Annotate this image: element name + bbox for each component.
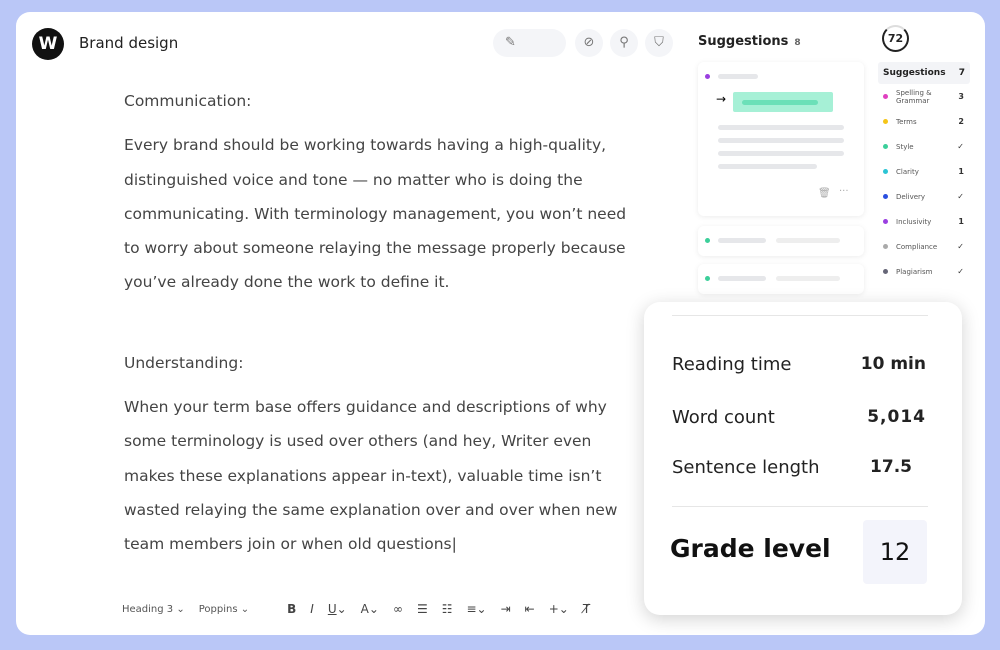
category-header: Suggestions 7 xyxy=(878,62,970,84)
document-editor[interactable]: Communication: Every brand should be wor… xyxy=(124,84,629,572)
document-title[interactable]: Brand design xyxy=(79,34,178,52)
replacement-chip[interactable] xyxy=(733,92,833,112)
paragraph: When your term base offers guidance and … xyxy=(124,398,618,554)
magic-wand-button[interactable]: ✎ xyxy=(493,29,566,57)
underline-icon[interactable]: U⌄ xyxy=(328,602,347,616)
grade-level-value: 12 xyxy=(863,520,927,584)
category-value: 1 xyxy=(958,217,964,226)
suggestion-card[interactable] xyxy=(698,264,864,294)
category-dot xyxy=(883,244,888,249)
italic-icon[interactable]: I xyxy=(310,602,314,616)
category-dot xyxy=(883,219,888,224)
suggestion-card[interactable]: → 🗑 ··· xyxy=(698,62,864,216)
category-count: 7 xyxy=(958,68,965,78)
style-value: Heading 3 xyxy=(122,603,174,615)
category-value: ✓ xyxy=(957,192,964,201)
insert-icon[interactable]: +⌄ xyxy=(549,602,569,616)
pin-button[interactable]: ⚲ xyxy=(610,29,638,57)
suggestions-header: Suggestions 8 xyxy=(698,34,801,49)
heading-understanding: Understanding: xyxy=(124,353,244,372)
text-color-icon[interactable]: A⌄ xyxy=(361,602,379,616)
paragraph: Every brand should be working towards ha… xyxy=(124,136,627,292)
bullet-list-icon[interactable]: ☰ xyxy=(417,602,428,616)
outdent-icon[interactable]: ⇤ xyxy=(525,602,535,616)
word-count-label: Word count xyxy=(672,407,775,428)
category-value: 3 xyxy=(958,92,964,101)
format-toolbar: Heading 3 ⌄ Poppins ⌄ B I U⌄ A⌄ ∞ ☰ ☷ ≡⌄… xyxy=(122,602,590,616)
clear-format-icon[interactable]: T̸ xyxy=(583,602,590,616)
numbered-list-icon[interactable]: ☷ xyxy=(442,602,453,616)
suggestions-count: 8 xyxy=(794,38,801,48)
score-ring: 72 xyxy=(882,25,909,52)
reading-time-label: Reading time xyxy=(672,354,792,375)
category-dot xyxy=(883,194,888,199)
category-item[interactable]: Style ✓ xyxy=(878,134,970,159)
category-item[interactable]: Delivery ✓ xyxy=(878,184,970,209)
link-icon: ⊘ xyxy=(583,35,595,50)
category-value: 2 xyxy=(958,117,964,126)
category-item[interactable]: Terms 2 xyxy=(878,109,970,134)
category-item[interactable]: Clarity 1 xyxy=(878,159,970,184)
grade-level-label: Grade level xyxy=(670,534,831,563)
link-button[interactable]: ⊘ xyxy=(575,29,603,57)
sentence-length-value: 17.5 xyxy=(870,457,912,477)
category-label: Plagiarism xyxy=(896,267,933,276)
category-dot xyxy=(883,269,888,274)
category-dot xyxy=(883,169,888,174)
bold-icon[interactable]: B xyxy=(287,602,296,616)
align-icon[interactable]: ≡⌄ xyxy=(466,602,486,616)
font-value: Poppins xyxy=(198,603,238,615)
category-item[interactable]: Spelling & Grammar 3 xyxy=(878,84,970,109)
category-label: Spelling & Grammar xyxy=(896,88,932,105)
style-dropdown[interactable]: Heading 3 ⌄ xyxy=(122,604,185,615)
suggestion-card[interactable] xyxy=(698,226,864,256)
category-dot xyxy=(883,94,888,99)
category-value: ✓ xyxy=(957,267,964,276)
category-label: Inclusivity xyxy=(896,217,932,226)
word-count-value: 5,014 xyxy=(867,407,926,427)
category-label: Compliance xyxy=(896,242,938,251)
category-dot xyxy=(705,74,710,79)
reading-time-value: 10 min xyxy=(860,354,926,374)
stats-card: Reading time 10 min Word count 5,014 Sente… xyxy=(644,302,962,615)
category-value: ✓ xyxy=(957,142,964,151)
heading-communication: Communication: xyxy=(124,92,252,110)
category-value: ✓ xyxy=(957,242,964,251)
magic-wand-icon: ✎ xyxy=(505,35,516,50)
category-item[interactable]: Plagiarism ✓ xyxy=(878,259,970,284)
writer-logo: W xyxy=(32,28,64,60)
pin-icon: ⚲ xyxy=(619,35,629,50)
category-label: Terms xyxy=(896,117,917,126)
arrow-icon: → xyxy=(716,92,727,106)
category-list: Suggestions 7 Spelling & Grammar 3 Terms 2 St… xyxy=(878,62,970,284)
category-label: Clarity xyxy=(896,167,919,176)
category-item[interactable]: Compliance ✓ xyxy=(878,234,970,259)
font-dropdown[interactable]: Poppins ⌄ xyxy=(199,604,249,615)
shield-button[interactable]: ⛉ xyxy=(645,29,673,57)
category-item[interactable]: Inclusivity 1 xyxy=(878,209,970,234)
category-label: Delivery xyxy=(896,192,926,201)
category-label: Style xyxy=(896,142,914,151)
category-title: Suggestions xyxy=(883,68,946,78)
app-window: W Brand design ✎ ⊘ ⚲ ⛉ Communication: Ev… xyxy=(16,12,985,635)
category-dot xyxy=(883,119,888,124)
shield-check-icon: ⛉ xyxy=(654,35,664,50)
indent-icon[interactable]: ⇥ xyxy=(501,602,511,616)
link-icon[interactable]: ∞ xyxy=(393,602,403,616)
trash-icon[interactable]: 🗑 xyxy=(818,188,831,199)
category-value: 1 xyxy=(958,167,964,176)
suggestions-title: Suggestions xyxy=(698,34,789,49)
more-icon[interactable]: ··· xyxy=(839,186,849,197)
category-dot xyxy=(883,144,888,149)
sentence-length-label: Sentence length xyxy=(672,457,820,478)
